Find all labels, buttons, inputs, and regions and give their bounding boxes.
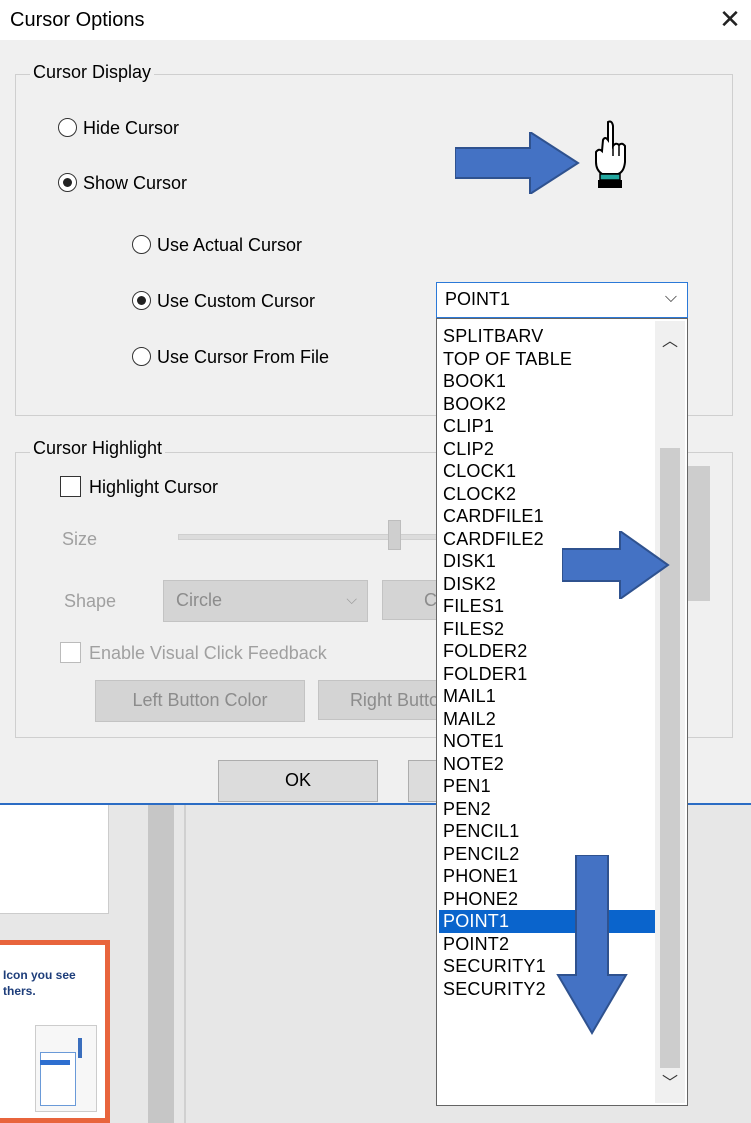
- dropdown-option[interactable]: PEN2: [439, 798, 655, 821]
- thumbnail-image: [35, 1025, 97, 1112]
- use-custom-cursor-radio[interactable]: Use Custom Cursor: [132, 288, 315, 314]
- shape-select-value: Circle: [176, 590, 223, 610]
- show-cursor-radio[interactable]: Show Cursor: [58, 170, 187, 196]
- slide-thumbnail[interactable]: Icon you see thers.: [0, 940, 110, 1123]
- dropdown-option[interactable]: FOLDER1: [439, 663, 655, 686]
- divider: [184, 803, 186, 1123]
- slide-panel: [0, 803, 109, 914]
- dropdown-option[interactable]: TOP OF TABLE: [439, 348, 655, 371]
- checkbox-icon: [60, 642, 81, 663]
- use-custom-cursor-label: Use Custom Cursor: [157, 291, 316, 311]
- use-actual-cursor-label: Use Actual Cursor: [157, 235, 303, 255]
- checkbox-icon: [60, 476, 81, 497]
- dropdown-option[interactable]: MAIL1: [439, 685, 655, 708]
- dropdown-option[interactable]: CLIP2: [439, 438, 655, 461]
- dropdown-option[interactable]: CARDFILE1: [439, 505, 655, 528]
- dropdown-option[interactable]: PEN1: [439, 775, 655, 798]
- shape-select[interactable]: Circle ⌵: [163, 580, 368, 622]
- close-icon[interactable]: ✕: [715, 4, 745, 35]
- title-bar: Cursor Options ✕: [0, 0, 751, 40]
- dropdown-option[interactable]: NOTE1: [439, 730, 655, 753]
- radio-selected-icon: [132, 291, 151, 310]
- hide-cursor-label: Hide Cursor: [83, 118, 180, 138]
- show-cursor-label: Show Cursor: [83, 173, 188, 193]
- radio-circle-icon: [132, 347, 151, 366]
- use-actual-cursor-radio[interactable]: Use Actual Cursor: [132, 232, 302, 258]
- cursor-highlight-legend: Cursor Highlight: [30, 438, 166, 459]
- chevron-down-icon: ⌵: [664, 289, 677, 306]
- enable-click-feedback-checkbox[interactable]: Enable Visual Click Feedback: [60, 640, 327, 666]
- dropdown-option[interactable]: FOLDER2: [439, 640, 655, 663]
- left-button-color-button[interactable]: Left Button Color: [95, 680, 305, 722]
- hide-cursor-radio[interactable]: Hide Cursor: [58, 115, 179, 141]
- highlight-color-button[interactable]: C: [382, 580, 442, 620]
- use-cursor-from-file-label: Use Cursor From File: [157, 347, 330, 367]
- size-label: Size: [62, 529, 98, 549]
- dropdown-option[interactable]: CLIP1: [439, 415, 655, 438]
- hand-pointer-icon: [590, 118, 630, 195]
- slide-text: Icon you see thers.: [3, 968, 76, 998]
- cursor-display-legend: Cursor Display: [30, 62, 155, 83]
- scroll-track: [148, 803, 174, 1123]
- chevron-down-icon: ⌵: [346, 591, 357, 607]
- enable-click-feedback-label: Enable Visual Click Feedback: [89, 643, 327, 663]
- use-cursor-from-file-radio[interactable]: Use Cursor From File: [132, 344, 329, 370]
- shape-label: Shape: [64, 591, 117, 611]
- dropdown-option[interactable]: BOOK2: [439, 393, 655, 416]
- dropdown-option[interactable]: SPLITBARV: [439, 325, 655, 348]
- custom-cursor-select[interactable]: POINT1 ⌵: [436, 282, 688, 318]
- dropdown-option[interactable]: CLOCK2: [439, 483, 655, 506]
- dropdown-option[interactable]: FILES2: [439, 618, 655, 641]
- radio-selected-icon: [58, 173, 77, 192]
- right-button-color-button[interactable]: Right Butto: [318, 680, 440, 720]
- dropdown-option[interactable]: PENCIL1: [439, 820, 655, 843]
- dropdown-option[interactable]: MAIL2: [439, 708, 655, 731]
- arrow-down-icon: [556, 855, 628, 1035]
- custom-cursor-select-value: POINT1: [445, 289, 511, 309]
- arrow-right-icon: [562, 531, 670, 599]
- highlight-cursor-checkbox[interactable]: Highlight Cursor: [60, 474, 218, 500]
- arrow-right-icon: [455, 132, 580, 194]
- radio-circle-icon: [58, 118, 77, 137]
- dropdown-option[interactable]: NOTE2: [439, 753, 655, 776]
- scroll-down-icon[interactable]: ﹀: [655, 1069, 685, 1093]
- dropdown-scrollbar[interactable]: ︿ ﹀: [655, 321, 685, 1103]
- dialog-title: Cursor Options: [10, 9, 145, 31]
- radio-circle-icon: [132, 235, 151, 254]
- highlight-cursor-label: Highlight Cursor: [89, 477, 219, 497]
- dropdown-option[interactable]: CLOCK1: [439, 460, 655, 483]
- dropdown-option[interactable]: BOOK1: [439, 370, 655, 393]
- scroll-up-icon[interactable]: ︿: [655, 327, 685, 351]
- ok-button[interactable]: OK: [218, 760, 378, 802]
- size-slider-thumb[interactable]: [388, 520, 401, 550]
